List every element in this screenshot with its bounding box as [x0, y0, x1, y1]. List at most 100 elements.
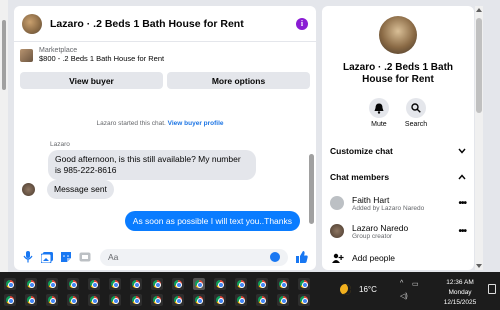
marketplace-listing[interactable]: Marketplace $800 - .2 Beds 1 Bath House …: [14, 42, 316, 68]
sender-name: Lazaro: [50, 141, 70, 148]
info-icon[interactable]: i: [296, 17, 308, 30]
like-icon[interactable]: [294, 249, 310, 265]
taskbar-apps: [0, 272, 330, 310]
chevron-up-icon[interactable]: ^: [400, 280, 403, 287]
chrome-icon[interactable]: [109, 278, 121, 290]
chrome-icon[interactable]: [46, 294, 58, 306]
chrome-icon[interactable]: [67, 294, 79, 306]
chrome-icon[interactable]: [172, 294, 184, 306]
photo-icon[interactable]: [39, 249, 55, 265]
search-icon[interactable]: [406, 98, 426, 118]
sender-avatar[interactable]: [22, 183, 35, 197]
chrome-icon[interactable]: [130, 294, 142, 306]
details-scrollbar[interactable]: [475, 6, 483, 270]
view-buyer-profile-link[interactable]: View buyer profile: [168, 120, 224, 127]
listing-thumbnail: [20, 48, 33, 62]
chrome-icon[interactable]: [46, 278, 58, 290]
chrome-icon[interactable]: [277, 278, 289, 290]
chrome-icon[interactable]: [88, 278, 100, 290]
chrome-icon[interactable]: [298, 278, 310, 290]
chrome-icon[interactable]: [193, 294, 205, 306]
conversation-actions: Mute Search: [322, 98, 474, 128]
member-avatar[interactable]: [330, 224, 344, 238]
tray-icons: ^ ▭ ◁): [398, 280, 426, 304]
conversation-title: Lazaro · .2 Beds 1 Bath House for Rent: [342, 62, 454, 85]
chrome-icon[interactable]: [256, 294, 268, 306]
notification-icon[interactable]: [488, 284, 496, 294]
member-subtitle: Added by Lazaro Naredo: [352, 204, 425, 212]
chrome-icon[interactable]: [67, 278, 79, 290]
chrome-icon[interactable]: [235, 278, 247, 290]
listing-title: $800 - .2 Beds 1 Bath House for Rent: [39, 54, 165, 63]
moon-icon: [340, 284, 351, 295]
chat-panel: Lazaro · .2 Beds 1 Bath House for Rent i…: [14, 6, 316, 270]
chrome-icon[interactable]: [4, 278, 16, 290]
clock-time: 12:36 AM: [446, 279, 474, 286]
microphone-icon[interactable]: [20, 249, 36, 265]
more-options-icon[interactable]: •••: [458, 226, 466, 237]
outgoing-message[interactable]: As soon as possible I will text you..Tha…: [124, 211, 300, 231]
chrome-icon[interactable]: [193, 278, 205, 290]
chat-members-section[interactable]: Chat members: [322, 168, 474, 186]
chat-members-label: Chat members: [330, 172, 390, 182]
member-avatar[interactable]: [330, 196, 344, 210]
member-name: Lazaro Naredo: [352, 222, 409, 233]
bell-icon[interactable]: [368, 98, 389, 118]
chat-title[interactable]: Lazaro · .2 Beds 1 Bath House for Rent: [50, 18, 296, 30]
mute-button[interactable]: Mute: [368, 98, 389, 128]
page-scrollbar[interactable]: [0, 0, 8, 272]
customize-chat-section[interactable]: Customize chat: [322, 142, 474, 160]
page-scrollbar-thumb[interactable]: [2, 20, 6, 90]
member-item[interactable]: Faith Hart Added by Lazaro Naredo •••: [322, 192, 474, 214]
weather-widget[interactable]: 16°C: [340, 284, 377, 295]
mute-label: Mute: [371, 121, 387, 128]
chrome-icon[interactable]: [214, 278, 226, 290]
chrome-icon[interactable]: [88, 294, 100, 306]
chrome-icon[interactable]: [151, 294, 163, 306]
search-button[interactable]: Search: [405, 98, 427, 128]
chrome-icon[interactable]: [172, 278, 184, 290]
volume-icon[interactable]: ◁): [400, 292, 408, 300]
clock[interactable]: 12:36 AM Monday 12/15/2025: [438, 278, 482, 307]
chat-scrollbar-thumb[interactable]: [309, 154, 314, 224]
chrome-icon[interactable]: [151, 278, 163, 290]
chrome-icon[interactable]: [214, 294, 226, 306]
listing-buttons: View buyer More options: [14, 72, 316, 89]
details-scrollbar-thumb[interactable]: [476, 18, 482, 113]
gif-icon[interactable]: [77, 249, 93, 265]
more-options-icon[interactable]: •••: [458, 198, 466, 209]
chrome-icon[interactable]: [4, 294, 16, 306]
network-icon[interactable]: ▭: [412, 280, 419, 288]
clock-day: Monday: [448, 288, 472, 296]
member-item[interactable]: Lazaro Naredo Group creator •••: [322, 220, 474, 242]
marketplace-label: Marketplace: [39, 47, 78, 54]
view-buyer-button[interactable]: View buyer: [20, 72, 163, 89]
taskbar: 16°C ^ ▭ ◁) 12:36 AM Monday 12/15/2025: [0, 272, 500, 310]
chrome-icon[interactable]: [109, 294, 121, 306]
chat-avatar[interactable]: [22, 13, 42, 34]
scroll-down-icon[interactable]: [476, 264, 482, 268]
chrome-icon[interactable]: [277, 294, 289, 306]
chrome-icon[interactable]: [25, 294, 37, 306]
chat-scrollbar[interactable]: [309, 104, 314, 234]
chrome-icon[interactable]: [25, 278, 37, 290]
sticker-icon[interactable]: [58, 249, 74, 265]
incoming-message[interactable]: Good afternoon, is this still available?…: [48, 150, 256, 181]
scroll-up-icon[interactable]: [476, 8, 482, 12]
clock-date: 12/15/2025: [443, 298, 477, 306]
chevron-down-icon: [458, 148, 466, 154]
chrome-icon[interactable]: [130, 278, 142, 290]
chrome-icon[interactable]: [256, 278, 268, 290]
add-people-button[interactable]: Add people: [322, 250, 474, 266]
message-input[interactable]: Aa: [100, 248, 288, 266]
system-message: Lazaro started this chat. View buyer pro…: [14, 120, 306, 127]
chevron-up-icon: [458, 174, 466, 180]
temperature: 16°C: [359, 285, 377, 294]
more-options-button[interactable]: More options: [167, 72, 310, 89]
chrome-icon[interactable]: [235, 294, 247, 306]
conversation-avatar[interactable]: [379, 16, 417, 54]
chrome-icon[interactable]: [298, 294, 310, 306]
message-composer: Aa: [14, 244, 316, 270]
emoji-icon[interactable]: [270, 252, 280, 262]
incoming-message[interactable]: Message sent: [47, 180, 114, 200]
